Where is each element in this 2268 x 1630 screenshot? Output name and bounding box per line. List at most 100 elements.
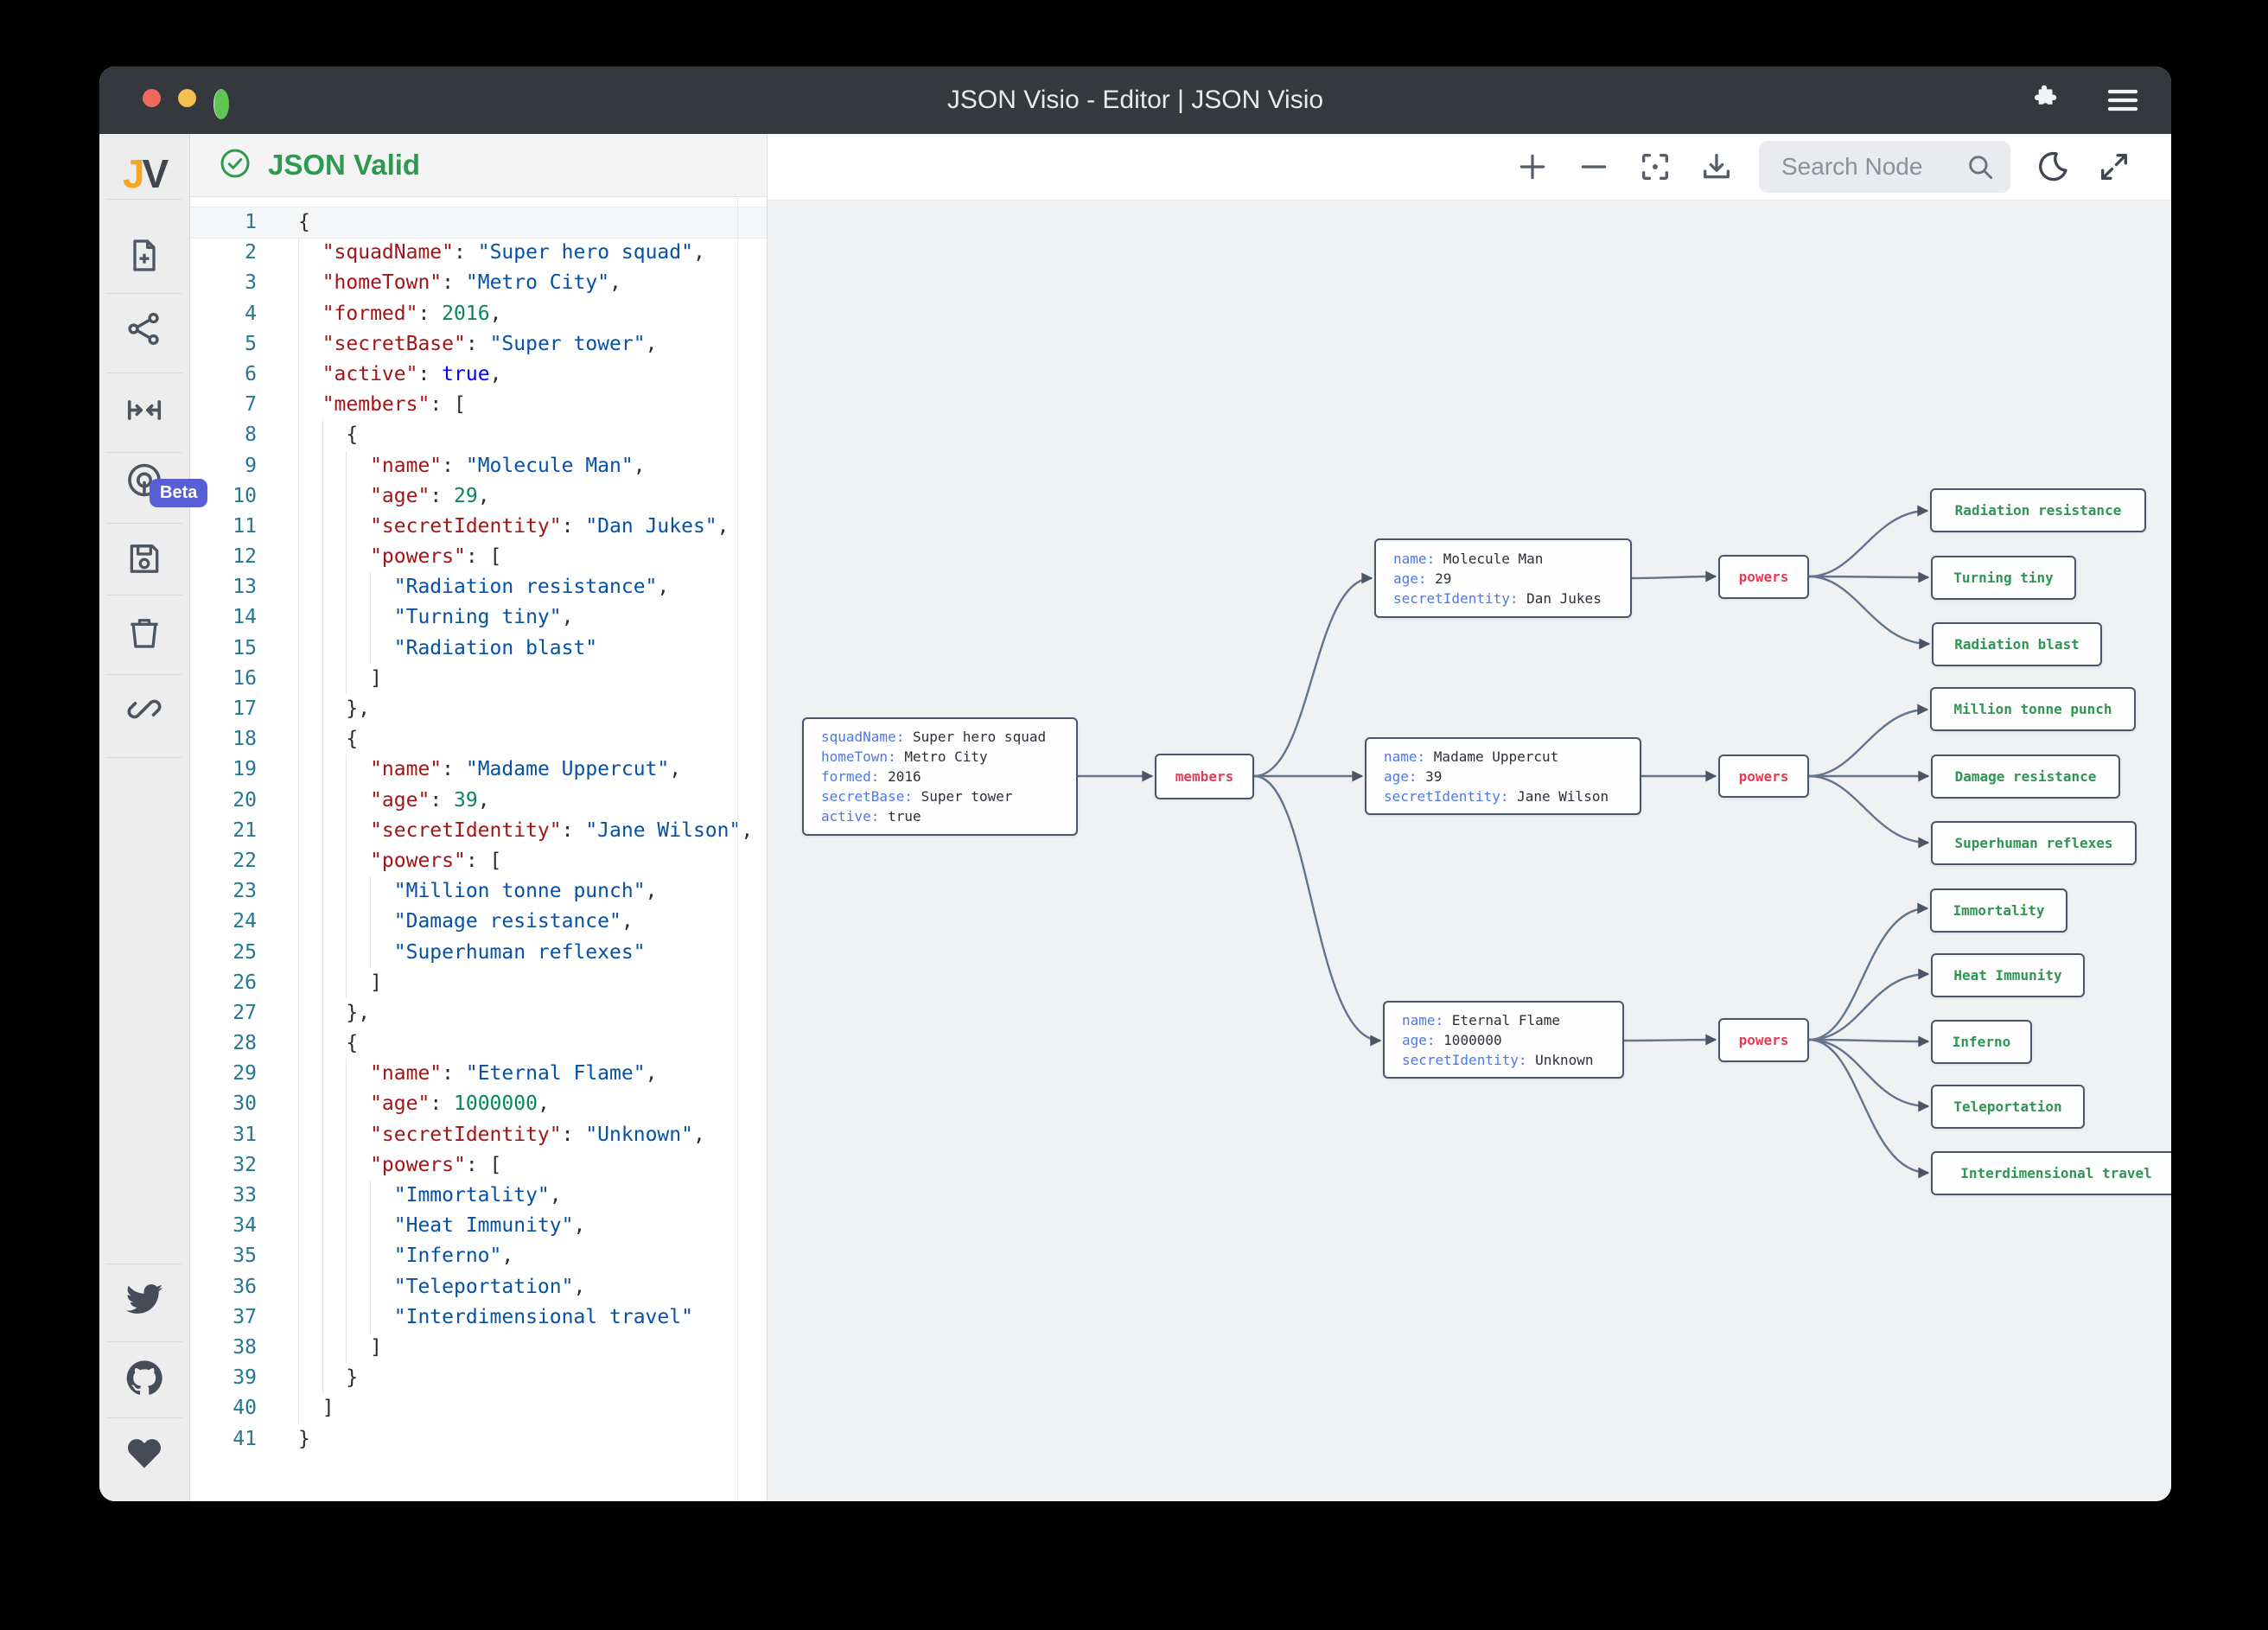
graph-node-leaf[interactable]: Turning tiny: [1931, 556, 2076, 600]
graph-canvas-pane[interactable]: squadName: Super hero squadhomeTown: Met…: [768, 134, 2171, 1501]
code-line[interactable]: 40]: [190, 1393, 767, 1423]
graph-viewport[interactable]: squadName: Super hero squadhomeTown: Met…: [768, 134, 2171, 1501]
graph-node-powers[interactable]: powers: [1718, 755, 1809, 798]
code-text: "age": 39,: [298, 786, 490, 816]
new-document-icon[interactable]: [125, 237, 163, 279]
graph-node-member[interactable]: name: Eternal Flameage: 1000000secretIde…: [1383, 1001, 1624, 1079]
graph-node-leaf[interactable]: Teleportation: [1931, 1085, 2085, 1129]
dark-mode-toggle-icon[interactable]: [2034, 148, 2072, 186]
graph-node-leaf[interactable]: Interdimensional travel: [1931, 1151, 2171, 1195]
code-line[interactable]: 24"Damage resistance",: [190, 907, 767, 937]
github-icon[interactable]: [124, 1359, 164, 1403]
graph-node-leaf[interactable]: Immortality: [1930, 888, 2067, 933]
line-number: 30: [190, 1089, 257, 1119]
line-number: 17: [190, 694, 257, 724]
code-editor[interactable]: 1{2"squadName": "Super hero squad",3"hom…: [190, 197, 767, 1455]
download-image-button[interactable]: [1698, 148, 1736, 186]
app-logo[interactable]: JV: [123, 150, 166, 197]
share-link-icon[interactable]: [124, 690, 164, 734]
graph-node-member[interactable]: name: Madame Uppercutage: 39secretIdenti…: [1365, 737, 1641, 815]
menu-hamburger-icon[interactable]: [2106, 86, 2140, 115]
code-line[interactable]: 5"secretBase": "Super tower",: [190, 329, 767, 360]
graph-node-leaf[interactable]: Million tonne punch: [1930, 687, 2136, 731]
code-line[interactable]: 4"formed": 2016,: [190, 299, 767, 329]
code-line[interactable]: 31"secretIdentity": "Unknown",: [190, 1120, 767, 1150]
line-number: 28: [190, 1028, 257, 1059]
fullscreen-expand-icon[interactable]: [2095, 148, 2133, 186]
graph-node-leaf[interactable]: Radiation blast: [1932, 622, 2102, 666]
code-line[interactable]: 28{: [190, 1028, 767, 1059]
zoom-out-button[interactable]: [1575, 148, 1613, 186]
code-line[interactable]: 36"Teleportation",: [190, 1272, 767, 1302]
line-number: 22: [190, 846, 257, 876]
code-line[interactable]: 37"Interdimensional travel": [190, 1302, 767, 1333]
code-text: "powers": [: [298, 542, 501, 572]
extension-puzzle-icon[interactable]: [2028, 84, 2061, 117]
center-view-button[interactable]: [1636, 148, 1674, 186]
line-number: 8: [190, 420, 257, 450]
code-line[interactable]: 39}: [190, 1363, 767, 1393]
code-line[interactable]: 35"Inferno",: [190, 1241, 767, 1271]
line-number: 37: [190, 1302, 257, 1333]
code-line[interactable]: 19"name": "Madame Uppercut",: [190, 755, 767, 785]
code-line[interactable]: 38]: [190, 1333, 767, 1363]
graph-node-leaf[interactable]: Inferno: [1931, 1020, 2032, 1064]
code-line[interactable]: 15"Radiation blast": [190, 634, 767, 664]
code-line[interactable]: 21"secretIdentity": "Jane Wilson",: [190, 816, 767, 846]
code-line[interactable]: 26]: [190, 968, 767, 998]
code-line[interactable]: 9"name": "Molecule Man",: [190, 451, 767, 481]
sponsor-heart-icon[interactable]: [124, 1435, 164, 1475]
delete-trash-icon[interactable]: [125, 614, 163, 656]
code-text: "secretIdentity": "Unknown",: [298, 1120, 705, 1150]
graph-node-root[interactable]: squadName: Super hero squadhomeTown: Met…: [802, 717, 1078, 836]
title-bar: JSON Visio - Editor | JSON Visio: [99, 67, 2171, 134]
code-line[interactable]: 11"secretIdentity": "Dan Jukes",: [190, 512, 767, 542]
code-line[interactable]: 17},: [190, 694, 767, 724]
graph-node-leaf[interactable]: Superhuman reflexes: [1931, 821, 2137, 865]
code-line[interactable]: 2"squadName": "Super hero squad",: [190, 238, 767, 268]
graph-node-powers[interactable]: powers: [1718, 555, 1809, 599]
code-line[interactable]: 7"members": [: [190, 390, 767, 420]
graph-node-member[interactable]: name: Molecule Manage: 29secretIdentity:…: [1374, 538, 1632, 618]
graph-node-powers[interactable]: powers: [1718, 1018, 1809, 1062]
share-graph-icon[interactable]: [124, 309, 164, 353]
search-node-box[interactable]: [1759, 141, 2010, 193]
search-node-input[interactable]: [1781, 153, 1965, 181]
code-line[interactable]: 16]: [190, 664, 767, 694]
code-line[interactable]: 13"Radiation resistance",: [190, 572, 767, 602]
code-line[interactable]: 10"age": 29,: [190, 481, 767, 512]
graph-node-members[interactable]: members: [1155, 754, 1254, 799]
code-line[interactable]: 6"active": true,: [190, 360, 767, 390]
code-line[interactable]: 33"Immortality",: [190, 1181, 767, 1211]
code-line[interactable]: 12"powers": [: [190, 542, 767, 572]
graph-node-leaf[interactable]: Damage resistance: [1931, 755, 2120, 799]
code-line[interactable]: 41}: [190, 1424, 767, 1455]
code-line[interactable]: 14"Turning tiny",: [190, 602, 767, 633]
code-line[interactable]: 8{: [190, 420, 767, 450]
code-text: "Million tonne punch",: [298, 876, 657, 907]
code-text: },: [298, 998, 370, 1028]
save-icon[interactable]: [125, 540, 163, 583]
code-line[interactable]: 27},: [190, 998, 767, 1028]
code-line[interactable]: 22"powers": [: [190, 846, 767, 876]
code-line[interactable]: 29"name": "Eternal Flame",: [190, 1059, 767, 1089]
graph-node-leaf[interactable]: Radiation resistance: [1930, 488, 2146, 532]
graph-node-leaf[interactable]: Heat Immunity: [1931, 953, 2085, 997]
code-text: "Radiation blast": [298, 634, 597, 664]
code-line[interactable]: 32"powers": [: [190, 1150, 767, 1181]
code-line[interactable]: 20"age": 39,: [190, 786, 767, 816]
code-line[interactable]: 34"Heat Immunity",: [190, 1211, 767, 1241]
zoom-in-button[interactable]: [1513, 148, 1551, 186]
line-number: 35: [190, 1241, 257, 1271]
code-line[interactable]: 18{: [190, 724, 767, 755]
code-line[interactable]: 25"Superhuman reflexes": [190, 938, 767, 968]
code-line[interactable]: 1{: [190, 207, 767, 238]
fold-collapse-icon[interactable]: [124, 391, 164, 435]
code-line[interactable]: 30"age": 1000000,: [190, 1089, 767, 1119]
code-text: "Damage resistance",: [298, 907, 634, 937]
editor-scrollbar[interactable]: [737, 198, 738, 1501]
code-line[interactable]: 3"homeTown": "Metro City",: [190, 268, 767, 298]
json-valid-icon: [220, 148, 251, 183]
twitter-icon[interactable]: [124, 1283, 164, 1322]
code-line[interactable]: 23"Million tonne punch",: [190, 876, 767, 907]
